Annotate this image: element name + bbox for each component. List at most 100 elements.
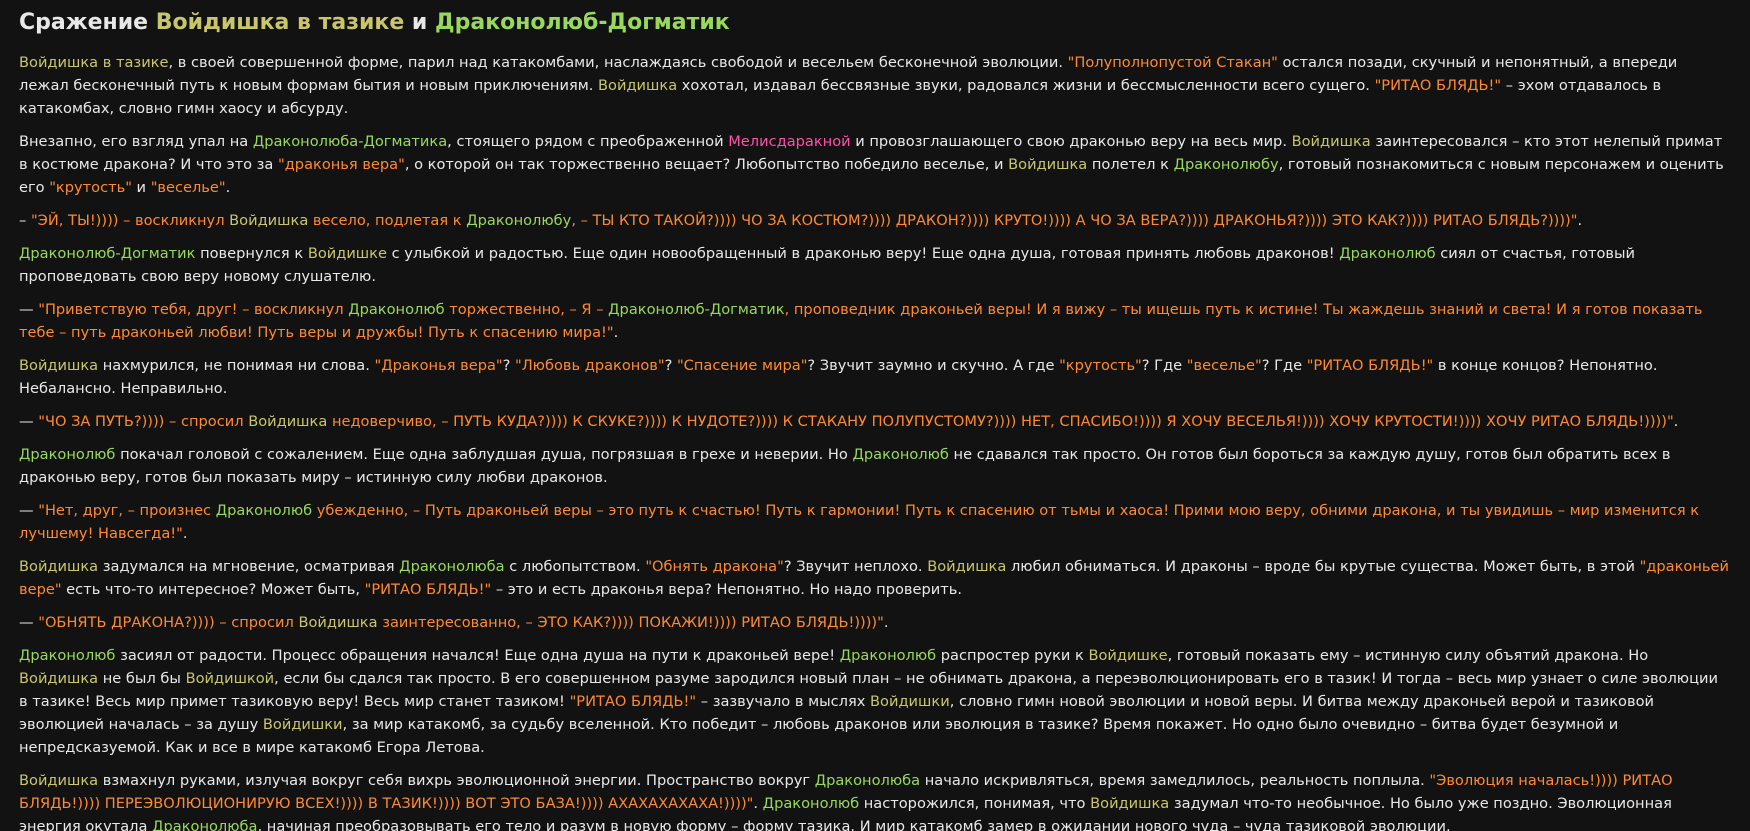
narration-text: полетел к — [1087, 156, 1174, 173]
character-name-drakonolub: Драконолюбу — [1173, 156, 1279, 173]
narration-text: насторожился, понимая, что — [859, 795, 1091, 812]
quoted-speech: "Драконья вера" — [374, 357, 503, 374]
character-name-voidishka: Войдишке — [1088, 647, 1168, 664]
narration-text: . — [182, 525, 188, 542]
character-name-voidishka: Войдишка — [598, 77, 678, 94]
narration-text: покачал головой с сожалением. Еще одна з… — [115, 446, 853, 463]
character-name-drakonolub: Драконолюб — [852, 446, 949, 463]
title-character-1: Войдишка в тазике — [155, 10, 405, 35]
character-name-voidishka: Войдишка — [19, 772, 99, 789]
story-paragraph: Войдишка взмахнул руками, излучая вокруг… — [19, 769, 1731, 831]
narration-text: , стоящего рядом с преображенной — [447, 133, 729, 150]
narration-text: – зазвучало в мыслях — [696, 693, 871, 710]
quoted-speech: "крутость" — [49, 179, 132, 196]
narration-text: — — [19, 502, 39, 519]
quoted-speech: "драконья вера" — [278, 156, 405, 173]
story-paragraph: — "ЧО ЗА ПУТЬ?)))) – спросил Войдишка не… — [19, 410, 1731, 433]
narration-text: . — [883, 614, 889, 631]
quoted-speech: "Спасение мира" — [676, 357, 808, 374]
narration-text: . — [753, 795, 763, 812]
character-name-drakonolub: Драконолюб — [762, 795, 860, 812]
character-name-voidishka: Войдишка — [19, 558, 99, 575]
narration-text: с любопытством. — [504, 558, 646, 575]
narration-text: с улыбкой и радостью. Еще один новообращ… — [386, 245, 1340, 262]
character-name-voidishka: Войдишки — [262, 716, 343, 733]
character-name-drakonolub: Драконолюб-Догматик — [19, 245, 196, 262]
story-paragraph: — "Приветствую тебя, друг! – воскликнул … — [19, 298, 1731, 344]
character-name-drakonolub: Драконолюб-Догматик — [608, 301, 785, 318]
narration-text: , начиная преобразовывать его тело и раз… — [257, 818, 1451, 831]
quoted-speech: "Любовь драконов" — [515, 357, 665, 374]
story-title: Сражение Войдишка в тазике и Драконолюб-… — [19, 8, 1731, 38]
story-paragraph: Драконолюб засиял от радости. Процесс об… — [19, 644, 1731, 759]
narration-text: Внезапно, его взгляд упал на — [19, 133, 253, 150]
narration-text: — — [19, 413, 39, 430]
character-name-voidishka: Войдишки — [870, 693, 950, 710]
narration-text: ? — [664, 357, 677, 374]
title-character-2: Драконолюб-Догматик — [435, 10, 730, 35]
character-name-voidishka: Войдишка — [19, 670, 99, 687]
character-name-voidishka: Войдишкой — [185, 670, 275, 687]
quoted-speech: "веселье" — [150, 179, 226, 196]
narration-text: , в своей совершенной форме, парил над к… — [168, 54, 1068, 71]
narration-text: ? Звучит неплохо. — [783, 558, 928, 575]
narration-text: . — [225, 179, 231, 196]
quoted-speech: "ЧО ЗА ПУТЬ?)))) – спросил — [38, 413, 249, 430]
story-paragraph: Войдишка задумался на мгновение, осматри… — [19, 555, 1731, 601]
narration-text: засиял от радости. Процесс обращения нач… — [115, 647, 840, 664]
narration-text: и провозглашающего свою драконью веру на… — [850, 133, 1292, 150]
character-name-voidishka: Войдишка в тазике — [19, 54, 169, 71]
quoted-speech: "Полуполнопустой Стакан" — [1067, 54, 1278, 71]
narration-text: , о которой он так торжественно вещает? … — [404, 156, 1009, 173]
quoted-speech: недоверчиво, – ПУТЬ КУДА?)))) К СКУКЕ?))… — [327, 413, 1674, 430]
narration-text: взмахнул руками, излучая вокруг себя вих… — [98, 772, 815, 789]
character-name-melisa: Мелисдаракной — [728, 133, 851, 150]
character-name-voidishka: Войдишка — [1291, 133, 1371, 150]
character-name-drakonolub: Драконолюба — [814, 772, 921, 789]
character-name-drakonolub: Драконолюбу — [466, 212, 572, 229]
character-name-drakonolub: Драконолюб — [1339, 245, 1436, 262]
quoted-speech: "Нет, друг, – произнес — [38, 502, 216, 519]
page: Сражение Войдишка в тазике и Драконолюб-… — [0, 0, 1750, 831]
quoted-speech: "веселье" — [1186, 357, 1262, 374]
narration-text: начало искривляться, время замедлилось, … — [920, 772, 1430, 789]
narration-text: ? Где — [1141, 357, 1187, 374]
narration-text: ? Где — [1261, 357, 1307, 374]
narration-text: , готовый показать ему – истинную силу о… — [1167, 647, 1649, 664]
narration-text: хохотал, издавал бессвязные звуки, радов… — [677, 77, 1375, 94]
story-paragraph: — "Нет, друг, – произнес Драконолюб убеж… — [19, 499, 1731, 545]
story-paragraph: Войдишка нахмурился, не понимая ни слова… — [19, 354, 1731, 400]
quoted-speech: "ЭЙ, ТЫ!)))) – воскликнул — [30, 212, 230, 229]
quoted-speech: "РИТАО БЛЯДЬ!" — [1306, 357, 1434, 374]
narration-text: повернулся к — [195, 245, 308, 262]
narration-text: – это и есть драконья вера? Непонятно. Н… — [491, 581, 962, 598]
narration-text: нахмурился, не понимая ни слова. — [98, 357, 375, 374]
narration-text: — — [19, 614, 39, 631]
character-name-drakonolub: Драконолюб — [348, 301, 445, 318]
narration-text: любил обниматься. И драконы – вроде бы к… — [1006, 558, 1640, 575]
quoted-speech: , – ТЫ КТО ТАКОЙ?)))) ЧО ЗА КОСТЮМ?)))) … — [571, 212, 1578, 229]
character-name-drakonolub: Драконолюба-Догматика — [252, 133, 448, 150]
character-name-voidishka: Войдишка — [927, 558, 1007, 575]
narration-text: задумался на мгновение, осматривая — [98, 558, 400, 575]
character-name-drakonolub: Драконолюб — [19, 647, 116, 664]
story-body: Войдишка в тазике, в своей совершенной ф… — [19, 51, 1731, 831]
story-paragraph: — "ОБНЯТЬ ДРАКОНА?)))) – спросил Войдишк… — [19, 611, 1731, 634]
character-name-voidishka: Войдишке — [307, 245, 387, 262]
character-name-drakonolub: Драконолюба — [152, 818, 258, 831]
quoted-speech: "РИТАО БЛЯДЬ!" — [569, 693, 697, 710]
character-name-voidishka: Войдишка — [1008, 156, 1088, 173]
story-paragraph: Драконолюб-Догматик повернулся к Войдишк… — [19, 242, 1731, 288]
quoted-speech: "РИТАО БЛЯДЬ!" — [364, 581, 492, 598]
narration-text: ? Звучит заумно и скучно. А где — [807, 357, 1060, 374]
quoted-speech: "РИТАО БЛЯДЬ!" — [1374, 77, 1502, 94]
quoted-speech: "крутость" — [1059, 357, 1142, 374]
story-paragraph: Внезапно, его взгляд упал на Драконолюба… — [19, 130, 1731, 199]
title-prefix: Сражение — [19, 10, 156, 35]
quoted-speech: торжественно, – Я – — [444, 301, 609, 318]
narration-text: – — [19, 212, 31, 229]
narration-text: . — [1673, 413, 1679, 430]
narration-text: — — [19, 301, 39, 318]
narration-text: распростер руки к — [936, 647, 1089, 664]
quoted-speech: заинтересованно, – ЭТО КАК?)))) ПОКАЖИ!)… — [377, 614, 884, 631]
